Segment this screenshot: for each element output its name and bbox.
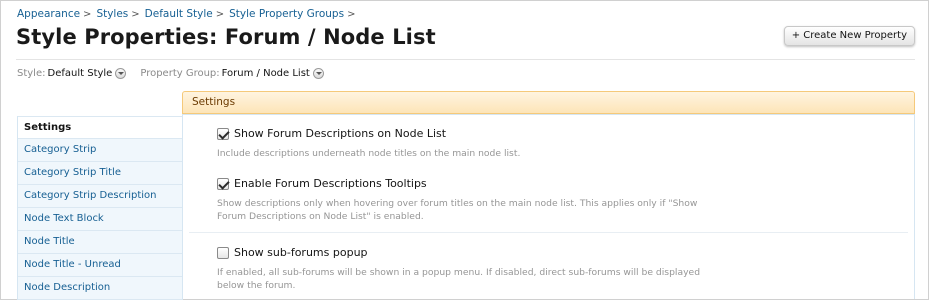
- group-dropdown-icon[interactable]: [312, 68, 324, 79]
- style-filter-value[interactable]: Default Style: [48, 68, 113, 79]
- sidebar-item-category-strip-title[interactable]: Category Strip Title: [18, 162, 183, 185]
- breadcrumb-separator: >: [215, 8, 225, 20]
- breadcrumb-appearance[interactable]: Appearance: [17, 8, 80, 20]
- option-hint-line-2: below the forum.: [217, 280, 296, 291]
- filter-bar: Style: Default Style Property Group: For…: [17, 68, 324, 79]
- breadcrumb: Appearance > Styles > Default Style > St…: [17, 8, 360, 20]
- sidebar-item-category-strip-description[interactable]: Category Strip Description: [18, 185, 183, 208]
- option-show-forum-descriptions: Show Forum Descriptions on Node List Inc…: [217, 127, 717, 160]
- sidebar-item-category-strip[interactable]: Category Strip: [18, 139, 183, 162]
- page-title: Style Properties: Forum / Node List: [16, 25, 436, 49]
- breadcrumb-style-property-groups[interactable]: Style Property Groups: [229, 8, 344, 20]
- create-new-property-button[interactable]: + Create New Property: [783, 26, 915, 46]
- settings-panel-header: Settings: [182, 91, 915, 114]
- style-filter-label: Style:: [17, 68, 46, 79]
- show-subforums-popup-checkbox[interactable]: [217, 246, 229, 259]
- breadcrumb-default-style[interactable]: Default Style: [145, 8, 213, 20]
- option-label[interactable]: Enable Forum Descriptions Tooltips: [234, 177, 427, 190]
- option-hint-line-1: If enabled, all sub-forums will be shown…: [217, 267, 701, 278]
- sidebar-item-settings[interactable]: Settings: [18, 116, 183, 139]
- show-forum-descriptions-checkbox[interactable]: [217, 127, 229, 140]
- option-label[interactable]: Show sub-forums popup: [234, 246, 368, 259]
- sidebar-item-node-text-block[interactable]: Node Text Block: [18, 208, 183, 231]
- breadcrumb-separator: >: [83, 8, 92, 20]
- group-filter-label: Property Group:: [140, 68, 220, 79]
- breadcrumb-separator: >: [347, 8, 356, 20]
- header-divider: [16, 59, 915, 60]
- option-enable-descriptions-tooltips: Enable Forum Descriptions Tooltips Show …: [217, 177, 717, 223]
- style-dropdown-icon[interactable]: [115, 68, 127, 79]
- option-hint: Include descriptions underneath node tit…: [217, 148, 521, 159]
- option-label[interactable]: Show Forum Descriptions on Node List: [234, 127, 446, 140]
- sidebar-item-node-title[interactable]: Node Title: [18, 231, 183, 254]
- breadcrumb-styles[interactable]: Styles: [96, 8, 128, 20]
- enable-descriptions-tooltips-checkbox[interactable]: [217, 177, 229, 190]
- option-hint-line-2: Forum Descriptions on Node List" is enab…: [217, 211, 424, 222]
- option-show-subforums-popup: Show sub-forums popup If enabled, all su…: [217, 246, 717, 292]
- option-hint-line-1: Show descriptions only when hovering ove…: [217, 198, 698, 209]
- sidebar-item-node-description[interactable]: Node Description: [18, 277, 183, 300]
- breadcrumb-separator: >: [131, 8, 140, 20]
- group-filter-value[interactable]: Forum / Node List: [222, 68, 310, 79]
- sidebar-item-node-title-unread[interactable]: Node Title - Unread: [18, 254, 183, 277]
- property-sidebar: Settings Category Strip Category Strip T…: [17, 116, 183, 300]
- options-divider: [189, 232, 908, 233]
